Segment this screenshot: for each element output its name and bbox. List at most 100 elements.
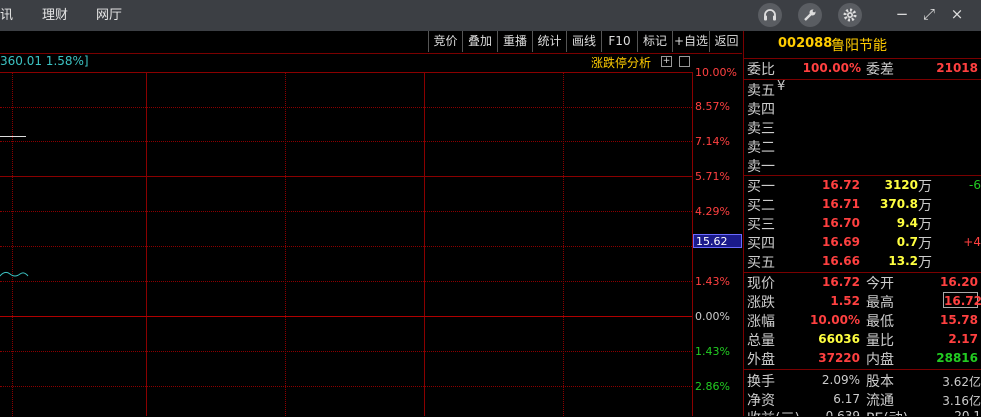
intraday-chart[interactable] [0,72,692,417]
extra-value: 2.09% [821,373,860,387]
quote-value: 16.20 [940,275,978,289]
quote-value: 16.72 [822,275,860,289]
weibi-label: 委比 [747,62,775,78]
menu-item-news[interactable]: 讯 [0,0,13,31]
bidding-button[interactable]: 竞价 [428,31,462,52]
buy-4-change: +4 [963,235,981,249]
quote-value: 66036 [818,332,860,346]
quote-value: 37220 [818,351,860,365]
grid-line-v [285,72,286,416]
grid-line-v [563,72,564,416]
buy-5-label: 买五 [747,255,775,271]
buy-1-change: -6 [969,178,981,192]
grid-line-v [424,72,425,416]
quote-value-high: 16.72 [943,292,981,308]
pct-tick: 7.14% [695,135,730,148]
quote-value: 10.00% [810,313,860,327]
grid-line-h [0,141,692,142]
chart-info-label: 360.01 1.58%] [0,54,89,68]
extra-value: 20.1 [954,409,981,416]
divider [743,369,981,370]
quote-value: 1.52 [830,294,860,308]
f10-button[interactable]: F10 [601,31,637,52]
back-button[interactable]: 返回 [709,31,743,52]
quote-value: 15.78 [940,313,978,327]
quote-label: 最低 [866,314,894,330]
maximize-icon[interactable]: ⤢ [919,4,939,24]
buy-3-price: 16.70 [822,216,860,230]
pct-tick: 4.29% [695,205,730,218]
window-icon[interactable] [679,56,690,67]
grid-line-h [0,107,692,108]
extra-value: 6.17 [833,392,860,406]
pct-tick: 8.57% [695,100,730,113]
pct-tick: 1.43% [695,275,730,288]
pct-tick: 5.71% [695,170,730,183]
plus-icon[interactable]: + [661,56,672,67]
quote-label: 今开 [866,276,894,292]
buy-1-unit: 万 [918,179,932,195]
extra-value: 3.62亿 [942,375,981,389]
sell-4-label: 卖四 [747,102,775,118]
draw-line-button[interactable]: 画线 [566,31,601,52]
pct-tick: 1.43% [695,345,730,358]
wrench-icon[interactable] [798,3,822,27]
gear-icon[interactable] [838,3,862,27]
yen-icon: ¥ [777,79,786,94]
quote-label: 内盘 [866,352,894,368]
buy-3-label: 买三 [747,217,775,233]
stock-code: 002088 [778,36,833,51]
price-marker: 15.62 [693,234,742,248]
extra-label: 流通 [866,393,894,409]
extra-label: 换手 [747,374,775,390]
extra-label: 净资 [747,393,775,409]
grid-line-h [0,211,692,212]
grid-line-h [0,246,692,247]
quote-value: 2.17 [948,332,978,346]
grid-line-h [0,281,692,282]
overlay-button[interactable]: 叠加 [462,31,497,52]
top-menu-bar [0,0,981,31]
buy-2-unit: 万 [918,198,932,214]
quote-label: 现价 [747,276,775,292]
sell-2-label: 卖二 [747,140,775,156]
extra-value: 0.639 [825,409,860,416]
grid-line-v [12,72,13,416]
quote-label: 涨跌 [747,295,775,311]
menu-item-online-hall[interactable]: 网厅 [96,0,122,31]
grid-line-h [0,176,692,177]
limit-analysis-label[interactable]: 涨跌停分析 [591,54,651,71]
minimize-icon[interactable]: − [892,4,912,24]
pct-tick: 2.86% [695,380,730,393]
quote-label: 涨幅 [747,314,775,330]
quote-label: 外盘 [747,352,775,368]
divider [743,175,981,176]
extra-label: 收益(三) [747,408,800,416]
price-line [0,136,26,137]
replay-button[interactable]: 重播 [497,31,532,52]
extra-value: 3.16亿 [942,394,981,408]
statistics-button[interactable]: 统计 [532,31,566,52]
pct-tick: 10.00% [695,66,737,79]
mark-button[interactable]: 标记 [637,31,672,52]
headset-icon[interactable] [758,3,782,27]
buy-1-label: 买一 [747,179,775,195]
buy-2-volume: 370.8 [880,197,918,211]
grid-line-v [146,72,147,416]
quote-value: 28816 [936,351,978,365]
add-watchlist-button[interactable]: +自选 [672,31,709,52]
quote-label: 总量 [747,333,775,349]
divider [743,272,981,273]
menu-item-finance[interactable]: 理财 [42,0,68,31]
close-icon[interactable]: × [947,4,967,24]
pct-tick: 0.00% [695,310,730,323]
buy-4-price: 16.69 [822,235,860,249]
buy-2-price: 16.71 [822,197,860,211]
quote-label: 最高 [866,295,894,311]
average-line [0,271,29,277]
extra-label: 股本 [866,374,894,390]
buy-4-label: 买四 [747,236,775,252]
grid-line-h [0,351,692,352]
weibi-value: 100.00% [802,61,861,75]
extra-label: PE(动) [866,408,908,416]
